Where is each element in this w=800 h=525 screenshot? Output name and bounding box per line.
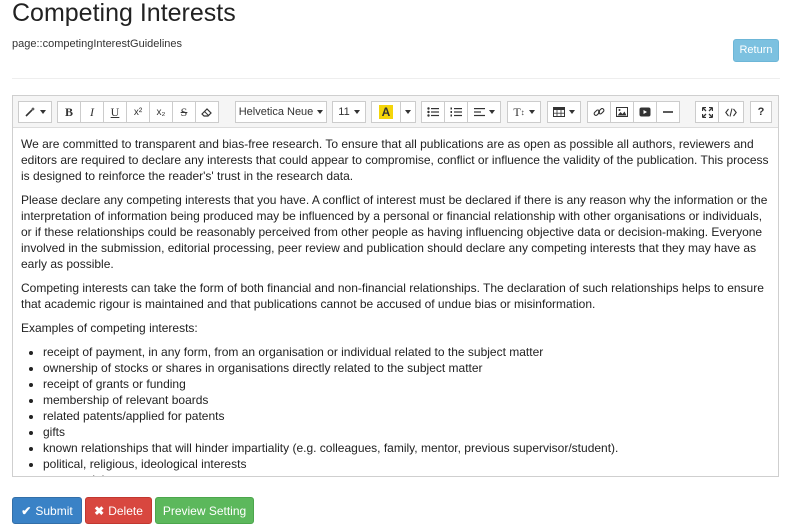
- chevron-down-icon: [569, 110, 575, 114]
- chevron-down-icon: [40, 110, 46, 114]
- italic-button[interactable]: I: [80, 101, 104, 123]
- subscript-button[interactable]: x₂: [149, 101, 173, 123]
- bold-button[interactable]: B: [57, 101, 81, 123]
- list-item: receipt of payment, in any form, from an…: [43, 344, 770, 360]
- list-item: receipt of grants or funding: [43, 376, 770, 392]
- close-icon: ✖: [94, 503, 105, 518]
- highlight-a-icon: A: [378, 105, 394, 119]
- eraser-icon: [201, 108, 212, 117]
- text-color-button[interactable]: A: [371, 101, 401, 123]
- link-icon: [593, 108, 605, 116]
- submit-label: Submit: [35, 503, 73, 518]
- video-icon: [639, 107, 651, 117]
- align-left-icon: [473, 108, 485, 117]
- line-height-button[interactable]: T ↕: [507, 101, 541, 123]
- list-item: gifts: [43, 424, 770, 440]
- superscript-button[interactable]: x²: [126, 101, 150, 123]
- rich-text-editor: B I U x² x₂ S Helvetica Neue 11 A T ↕ ? …: [12, 95, 779, 477]
- font-size-select[interactable]: 11: [332, 101, 366, 123]
- ordered-list-button[interactable]: [444, 101, 468, 123]
- paragraph-align-button[interactable]: [467, 101, 501, 123]
- font-family-select[interactable]: Helvetica Neue: [235, 101, 327, 123]
- list-item: membership of relevant boards: [43, 392, 770, 408]
- list-item: political, religious, ideological intere…: [43, 456, 770, 472]
- text-height-icon: T: [513, 104, 521, 119]
- insert-image-button[interactable]: [610, 101, 634, 123]
- numbered-list-icon: [450, 107, 462, 117]
- list-item: known relationships that will hinder imp…: [43, 440, 770, 456]
- code-icon: [725, 107, 737, 117]
- delete-label: Delete: [108, 503, 143, 518]
- list-item: related patents/applied for patents: [43, 408, 770, 424]
- style-magic-button[interactable]: [18, 101, 52, 123]
- chevron-down-icon: [405, 110, 411, 114]
- return-button[interactable]: Return: [733, 39, 779, 62]
- magic-wand-icon: [25, 107, 35, 117]
- chevron-down-icon: [353, 110, 360, 114]
- chevron-down-icon: [317, 110, 324, 114]
- font-size-value: 11: [338, 106, 350, 118]
- insert-video-button[interactable]: [633, 101, 657, 123]
- code-view-button[interactable]: [718, 101, 744, 123]
- line-height-mark: ↕: [520, 107, 525, 117]
- table-button[interactable]: [547, 101, 581, 123]
- help-button[interactable]: ?: [750, 101, 772, 123]
- list-item: ownership of stocks or shares in organis…: [43, 360, 770, 376]
- paragraph-declare: Please declare any competing interests t…: [21, 193, 768, 271]
- bullet-list-icon: [427, 107, 439, 117]
- examples-list: receipt of payment, in any form, from an…: [21, 344, 770, 476]
- paragraph-intro: We are committed to transparent and bias…: [21, 137, 769, 183]
- fullscreen-button[interactable]: [695, 101, 719, 123]
- divider: [12, 78, 780, 79]
- insert-hr-button[interactable]: [656, 101, 680, 123]
- editor-toolbar: B I U x² x₂ S Helvetica Neue 11 A T ↕ ?: [13, 96, 778, 128]
- strikethrough-button[interactable]: S: [172, 101, 196, 123]
- horizontal-rule-icon: [663, 111, 673, 113]
- page-key: page::competingInterestGuidelines: [12, 38, 182, 50]
- check-icon: ✔: [21, 503, 32, 518]
- list-item: commercial: [43, 472, 770, 476]
- chevron-down-icon: [528, 110, 535, 114]
- expand-icon: [701, 106, 713, 118]
- preview-setting-button[interactable]: Preview Setting: [155, 497, 254, 524]
- chevron-down-icon: [488, 110, 495, 114]
- editor-content-area[interactable]: We are committed to transparent and bias…: [13, 128, 778, 476]
- image-icon: [616, 107, 628, 117]
- clear-format-button[interactable]: [195, 101, 219, 123]
- paragraph-forms: Competing interests can take the form of…: [21, 281, 764, 311]
- table-icon: [553, 107, 565, 117]
- underline-button[interactable]: U: [103, 101, 127, 123]
- submit-button[interactable]: ✔ Submit: [12, 497, 82, 524]
- unordered-list-button[interactable]: [421, 101, 445, 123]
- font-family-value: Helvetica Neue: [238, 106, 314, 118]
- delete-button[interactable]: ✖ Delete: [85, 497, 152, 524]
- page-title: Competing Interests: [12, 0, 236, 27]
- insert-link-button[interactable]: [587, 101, 611, 123]
- color-dropdown-button[interactable]: [400, 101, 416, 123]
- paragraph-examples-heading: Examples of competing interests:: [21, 321, 198, 335]
- preview-label: Preview Setting: [162, 503, 247, 518]
